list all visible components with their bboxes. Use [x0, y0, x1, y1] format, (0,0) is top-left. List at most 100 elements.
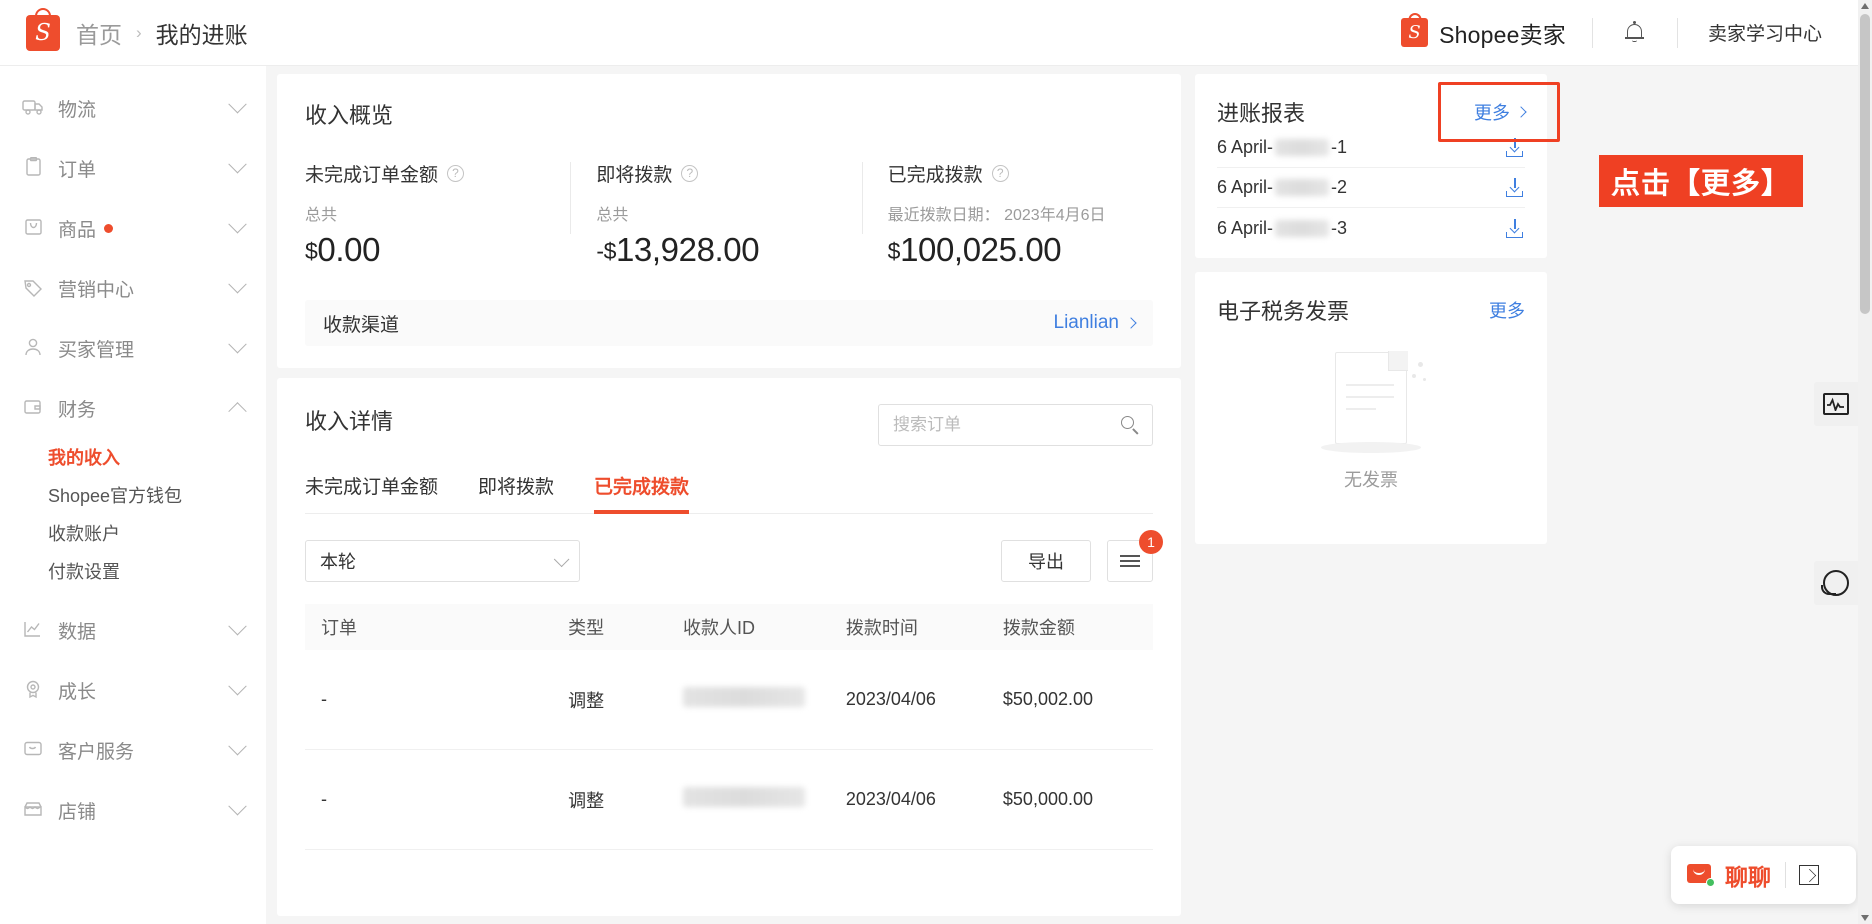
report-name-suffix: -2 [1331, 177, 1347, 198]
sidebar-item-finance[interactable]: 财务 [0, 378, 266, 438]
cell-order: - [321, 789, 568, 810]
table-row[interactable]: - 调整 2023/04/06 $50,000.00 [305, 750, 1153, 850]
overview-col-upcoming: 即将拨款 ? 总共 -$13,928.00 [570, 160, 861, 269]
chat-label: 聊聊 [1725, 858, 1771, 892]
report-name-suffix: -1 [1331, 137, 1347, 158]
income-detail-card: 收入详情 未完成订单金额 即将拨款 已完成拨款 本轮 导出 [277, 378, 1181, 916]
tab-unfinished-amount[interactable]: 未完成订单金额 [305, 472, 438, 513]
redacted-value [1275, 139, 1329, 156]
report-card-title: 进账报表 [1217, 96, 1305, 128]
search-input[interactable] [893, 415, 1121, 435]
analytics-float-button[interactable] [1814, 382, 1858, 426]
report-more-label: 更多 [1474, 99, 1510, 125]
sidebar-item-logistics[interactable]: 物流 [0, 78, 266, 138]
download-icon[interactable] [1506, 219, 1525, 238]
sidebar-subitem-shopee-wallet[interactable]: Shopee官方钱包 [0, 476, 266, 514]
cell-type: 调整 [568, 787, 683, 813]
expand-icon[interactable] [1799, 865, 1819, 885]
overview-col-label: 即将拨款 [596, 160, 672, 187]
sidebar-subitem-label: Shopee官方钱包 [48, 482, 182, 508]
task-list-button[interactable]: 1 [1107, 540, 1153, 582]
hamburger-icon [1120, 551, 1140, 571]
new-badge-dot [104, 224, 113, 233]
scroll-up-arrow[interactable] [1861, 3, 1869, 9]
store-icon [22, 799, 48, 821]
sidebar-item-data[interactable]: 数据 [0, 600, 266, 660]
chat-widget[interactable]: 聊聊 [1671, 846, 1856, 904]
detail-title: 收入详情 [305, 404, 393, 436]
truck-icon [22, 97, 48, 119]
sidebar-subitem-my-income[interactable]: 我的收入 [0, 438, 266, 476]
overview-columns: 未完成订单金额 ? 总共 $0.00 即将拨款 ? 总共 -$13,9 [305, 160, 1153, 269]
period-select[interactable]: 本轮 [305, 540, 580, 582]
support-float-button[interactable] [1814, 561, 1858, 605]
page-scrollbar[interactable] [1858, 0, 1872, 924]
tab-completed-payout[interactable]: 已完成拨款 [594, 472, 689, 513]
payment-channel-link[interactable]: Lianlian [1054, 312, 1136, 334]
sidebar: 物流 订单 商品 [0, 66, 266, 924]
report-name-suffix: -3 [1331, 218, 1347, 239]
sidebar-item-label: 数据 [58, 617, 96, 644]
sidebar-item-customer-service[interactable]: 客户服务 [0, 720, 266, 780]
help-icon[interactable]: ? [992, 165, 1009, 182]
chevron-down-icon [228, 95, 246, 113]
help-icon[interactable]: ? [447, 165, 464, 182]
scrollbar-thumb[interactable] [1860, 14, 1870, 314]
annotation-callout: 点击【更多】 [1599, 155, 1803, 207]
shopee-logo-icon[interactable]: S [26, 15, 60, 51]
report-name-prefix: 6 April- [1217, 177, 1273, 198]
export-button[interactable]: 导出 [1001, 540, 1091, 582]
chat-bubble-icon [1687, 864, 1714, 886]
search-order-box[interactable] [878, 404, 1153, 446]
sidebar-item-orders[interactable]: 订单 [0, 138, 266, 198]
report-row[interactable]: 6 April- -3 [1217, 208, 1525, 248]
sidebar-item-label: 成长 [58, 677, 96, 704]
sidebar-item-label: 店铺 [58, 797, 96, 824]
search-icon[interactable] [1121, 416, 1140, 435]
pulse-icon [1823, 393, 1849, 415]
breadcrumb-home[interactable]: 首页 [76, 16, 122, 50]
column-header-order: 订单 [321, 614, 568, 640]
download-icon[interactable] [1506, 138, 1525, 157]
report-row[interactable]: 6 April- -1 [1217, 128, 1525, 168]
overview-title: 收入概览 [305, 98, 1153, 130]
sidebar-subitem-payment-settings[interactable]: 付款设置 [0, 552, 266, 590]
overview-col-unfinished: 未完成订单金额 ? 总共 $0.00 [305, 160, 570, 269]
sidebar-item-buyer-management[interactable]: 买家管理 [0, 318, 266, 378]
chevron-down-icon [228, 737, 246, 755]
detail-tabs: 未完成订单金额 即将拨款 已完成拨款 [305, 472, 1153, 514]
scroll-down-arrow[interactable] [1861, 915, 1869, 921]
chevron-down-icon [228, 797, 246, 815]
bag-icon [22, 217, 48, 239]
tab-upcoming-payout[interactable]: 即将拨款 [478, 472, 554, 513]
column-header-payee-id: 收款人ID [683, 614, 846, 640]
payout-table: 订单 类型 收款人ID 拨款时间 拨款金额 - 调整 2023/04/06 $5… [305, 604, 1153, 850]
sidebar-item-label: 商品 [58, 215, 96, 242]
report-more-link[interactable]: 更多 [1474, 99, 1525, 125]
wallet-icon [22, 397, 48, 419]
brand-logo-handle [1408, 13, 1421, 24]
seller-learning-center-link[interactable]: 卖家学习中心 [1678, 19, 1858, 46]
chevron-down-icon [554, 551, 570, 567]
sidebar-subitem-payout-account[interactable]: 收款账户 [0, 514, 266, 552]
help-icon[interactable]: ? [681, 165, 698, 182]
document-icon [1335, 352, 1407, 444]
chevron-down-icon [228, 677, 246, 695]
chart-icon [22, 619, 48, 641]
notification-button[interactable] [1593, 22, 1677, 43]
column-header-type: 类型 [568, 614, 683, 640]
empty-state: 无发票 [1217, 352, 1525, 492]
sidebar-item-shop[interactable]: 店铺 [0, 780, 266, 840]
sidebar-subitem-label: 收款账户 [48, 520, 120, 546]
sidebar-item-products[interactable]: 商品 [0, 198, 266, 258]
invoice-more-link[interactable]: 更多 [1489, 297, 1525, 323]
medal-icon [22, 679, 48, 701]
invoice-card-header: 电子税务发票 更多 [1217, 294, 1525, 326]
report-row[interactable]: 6 April- -2 [1217, 168, 1525, 208]
report-name: 6 April- -1 [1217, 137, 1347, 158]
download-icon[interactable] [1506, 178, 1525, 197]
period-select-value: 本轮 [320, 548, 356, 574]
sidebar-item-marketing[interactable]: 营销中心 [0, 258, 266, 318]
sidebar-item-growth[interactable]: 成长 [0, 660, 266, 720]
table-row[interactable]: - 调整 2023/04/06 $50,002.00 [305, 650, 1153, 750]
